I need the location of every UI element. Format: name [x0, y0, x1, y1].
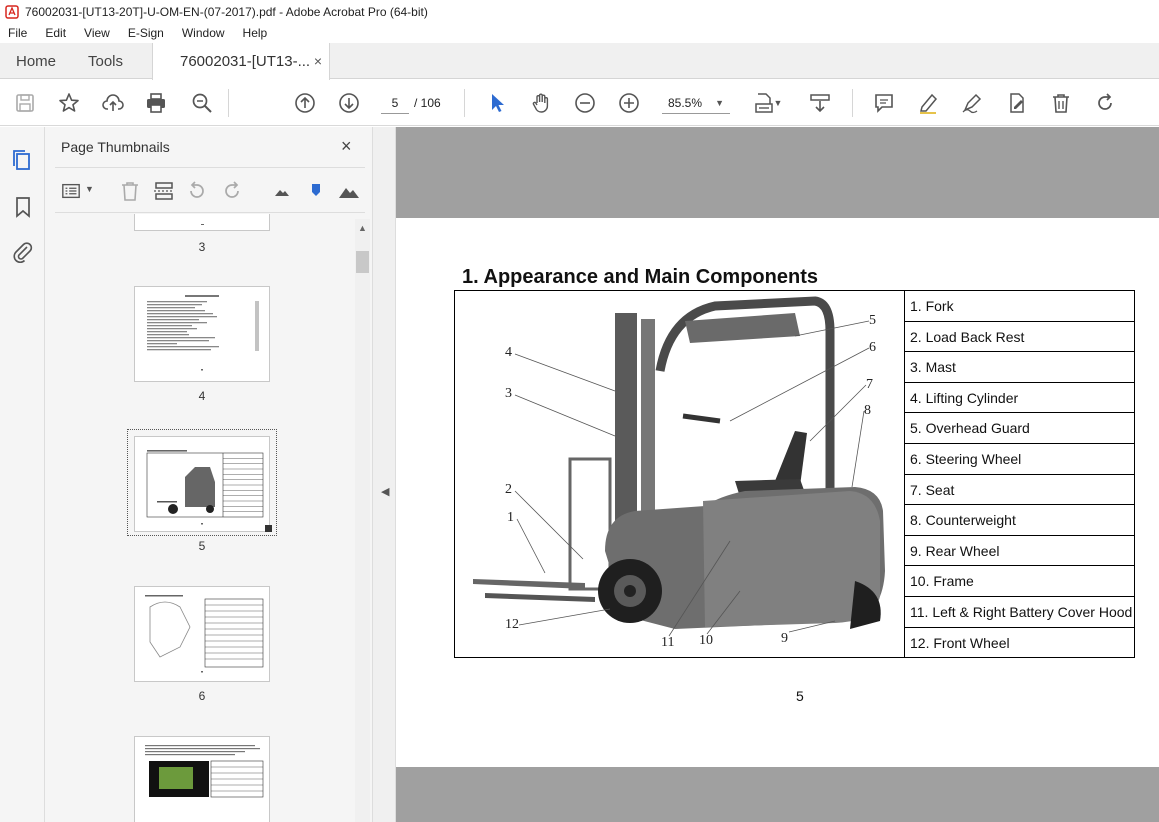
- tab-document[interactable]: 76002031-[UT13-... ×: [152, 43, 330, 80]
- page-total: / 106: [414, 96, 441, 110]
- acrobat-icon: [5, 5, 19, 19]
- page-number-input[interactable]: 5: [381, 92, 409, 114]
- thumbnail-page-4[interactable]: [134, 286, 270, 382]
- resize-handle[interactable]: [265, 525, 272, 532]
- scroll-mode-icon[interactable]: [808, 91, 832, 115]
- menu-esign[interactable]: E-Sign: [128, 26, 164, 40]
- component-row: 12. Front Wheel: [910, 634, 1010, 651]
- component-row: 2. Load Back Rest: [905, 322, 1135, 353]
- thumbnail-page-5[interactable]: [134, 436, 270, 532]
- thumbnail-size-slider-icon[interactable]: [305, 180, 327, 202]
- thumbnail-page-7[interactable]: [134, 736, 270, 822]
- component-row: 6. Steering Wheel: [905, 444, 1135, 475]
- scroll-up-icon[interactable]: ▲: [358, 223, 367, 233]
- upload-cloud-icon[interactable]: [101, 91, 125, 115]
- toc-page-preview: [147, 295, 259, 371]
- scrollbar-thumb[interactable]: [356, 251, 369, 273]
- next-page-icon[interactable]: [337, 91, 361, 115]
- close-tab-icon[interactable]: ×: [314, 53, 322, 69]
- tab-strip: Home Tools 76002031-[UT13-... ×: [0, 43, 1159, 80]
- tab-tools[interactable]: Tools: [88, 43, 123, 79]
- component-row: 8. Counterweight: [905, 505, 1135, 536]
- menu-window[interactable]: Window: [182, 26, 225, 40]
- thumbnail-page-3[interactable]: [134, 214, 270, 231]
- component-row: 1. Fork: [905, 291, 1135, 322]
- page-thumbnails-panel: Page Thumbnails × ▼ 3 4 5 6: [45, 127, 372, 822]
- collapse-panel-icon[interactable]: ◀: [381, 485, 389, 498]
- zoom-in-icon[interactable]: [617, 91, 641, 115]
- thumbnail-list: 3 4 5 6: [55, 214, 352, 822]
- comment-icon[interactable]: [872, 91, 896, 115]
- attachment-icon[interactable]: [11, 240, 35, 264]
- rotate-right-icon[interactable]: [221, 180, 243, 202]
- component-row: 4. Lifting Cylinder: [905, 383, 1135, 414]
- pdf-page: 1. Appearance and Main Components 4 3 2 …: [396, 218, 1159, 767]
- title-bar: 76002031-[UT13-20T]-U-OM-EN-(07-2017).pd…: [0, 0, 1159, 24]
- sign-pen-icon[interactable]: [960, 91, 984, 115]
- component-row: 9. Rear Wheel: [905, 536, 1135, 567]
- trash-icon[interactable]: [1049, 91, 1073, 115]
- close-panel-icon[interactable]: ×: [341, 136, 352, 157]
- menu-help[interactable]: Help: [243, 26, 268, 40]
- options-menu-icon[interactable]: [61, 180, 81, 202]
- star-icon[interactable]: [57, 91, 81, 115]
- zoom-out-icon[interactable]: [573, 91, 597, 115]
- thumbnail-scrollbar[interactable]: ▲: [355, 219, 370, 822]
- tab-document-label: 76002031-[UT13-...: [180, 53, 311, 70]
- panel-toolbar: ▼: [55, 167, 365, 213]
- extract-page-icon[interactable]: [153, 180, 175, 202]
- save-icon[interactable]: [13, 91, 37, 115]
- small-thumbnail-icon[interactable]: [271, 180, 293, 202]
- component-row: 7. Seat: [905, 475, 1135, 506]
- controls-page-preview: [145, 595, 264, 673]
- page-footer-number: 5: [796, 688, 804, 704]
- delete-page-icon[interactable]: [119, 180, 141, 202]
- components-figure: 4 3 2 1 12 11 10 9 8 7 6 5 1. Fork 2. Lo…: [454, 290, 1135, 658]
- thumbnail-label: 5: [198, 539, 206, 553]
- rotate-left-icon[interactable]: [186, 180, 208, 202]
- select-cursor-icon[interactable]: [485, 91, 509, 115]
- component-row: 5. Overhead Guard: [905, 413, 1135, 444]
- thumbnail-page-6[interactable]: [134, 586, 270, 682]
- panel-splitter[interactable]: ◀: [372, 127, 396, 822]
- previous-page-icon[interactable]: [293, 91, 317, 115]
- component-row: 10. Frame: [905, 566, 1135, 597]
- page-heading: 1. Appearance and Main Components: [462, 266, 818, 288]
- redo-rotate-icon[interactable]: [1093, 91, 1117, 115]
- page-thumbnails-icon[interactable]: [11, 148, 35, 172]
- component-row: 11. Left & Right Battery Cover Hood: [905, 597, 1135, 628]
- document-view[interactable]: 1. Appearance and Main Components 4 3 2 …: [396, 127, 1159, 822]
- hand-tool-icon[interactable]: [529, 91, 553, 115]
- menu-bar: File Edit View E-Sign Window Help: [0, 24, 1159, 42]
- highlight-pen-icon[interactable]: [916, 91, 940, 115]
- forklift-image: 4 3 2 1 12 11 10 9 8 7 6 5: [455, 291, 905, 657]
- edit-pdf-icon[interactable]: [1005, 91, 1029, 115]
- chevron-down-icon: ▼: [715, 98, 724, 108]
- component-row: 3. Mast: [905, 352, 1135, 383]
- zoom-search-icon[interactable]: [190, 91, 214, 115]
- large-thumbnail-icon[interactable]: [338, 180, 360, 202]
- display-page-preview: [145, 745, 264, 798]
- menu-file[interactable]: File: [8, 26, 27, 40]
- components-table: 1. Fork 2. Load Back Rest 3. Mast 4. Lif…: [905, 291, 1135, 657]
- callout-leader-lines: [514, 320, 870, 637]
- toolbar: 5 / 106 85.5% ▼ ▼: [0, 80, 1159, 126]
- print-icon[interactable]: [144, 91, 168, 115]
- current-page-preview: [146, 450, 264, 525]
- zoom-value: 85.5%: [668, 96, 703, 110]
- tab-home[interactable]: Home: [16, 43, 56, 79]
- fit-page-dropdown-icon[interactable]: ▼: [772, 91, 784, 115]
- menu-edit[interactable]: Edit: [45, 26, 66, 40]
- window-title: 76002031-[UT13-20T]-U-OM-EN-(07-2017).pd…: [25, 5, 428, 19]
- panel-title: Page Thumbnails: [61, 139, 170, 155]
- zoom-dropdown[interactable]: 85.5% ▼: [662, 92, 730, 114]
- thumbnail-label: 6: [198, 689, 206, 703]
- menu-view[interactable]: View: [84, 26, 110, 40]
- bookmark-icon[interactable]: [11, 195, 35, 219]
- thumbnail-label: 3: [198, 240, 206, 254]
- options-chevron-icon[interactable]: ▼: [85, 184, 107, 206]
- thumbnail-label: 4: [198, 389, 206, 403]
- navigation-rail: [0, 127, 45, 822]
